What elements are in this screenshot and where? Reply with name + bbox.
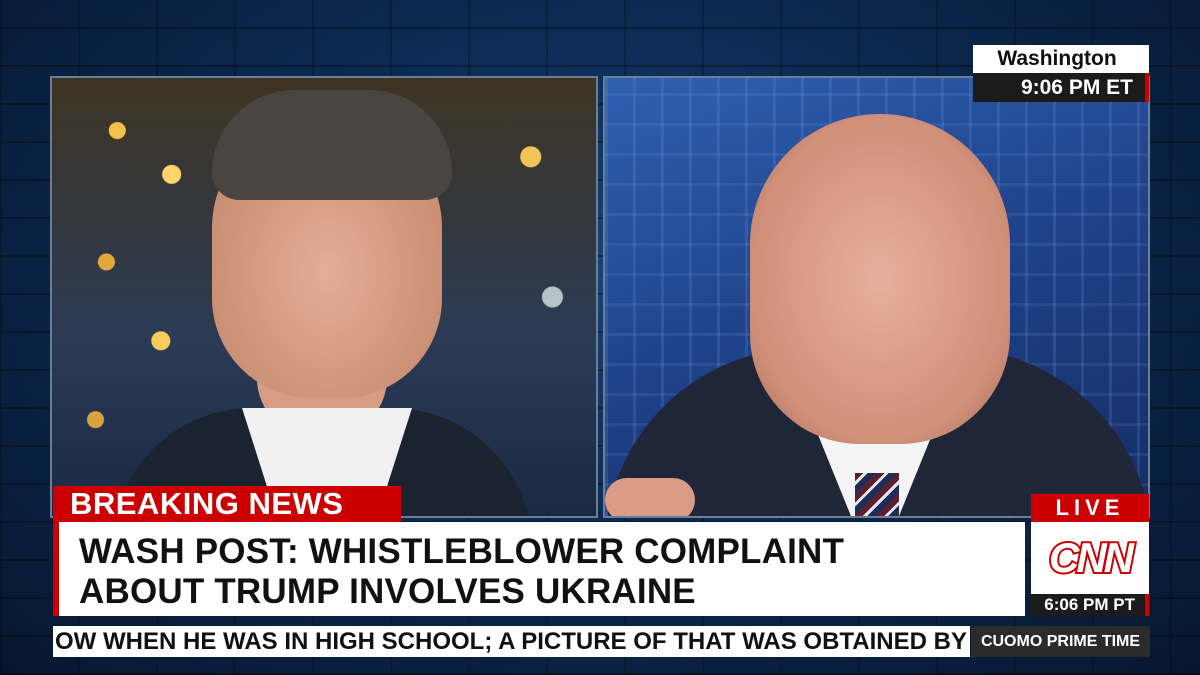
video-panel-left [50, 76, 598, 518]
live-badge: LIVE [1031, 494, 1149, 522]
location-city: Washington [973, 45, 1149, 73]
location-time: 9:06 PM ET [973, 73, 1149, 102]
video-panel-right [603, 76, 1150, 518]
headline-line-1: WASH POST: WHISTLEBLOWER COMPLAINT [79, 532, 845, 571]
cnn-logo: CNN [1031, 522, 1149, 594]
anchor-hair [212, 90, 452, 200]
guest-tie [855, 473, 899, 516]
ticker-text: OW WHEN HE WAS IN HIGH SCHOOL; A PICTURE… [55, 628, 967, 655]
headline-line-2: ABOUT TRUMP INVOLVES UKRAINE [79, 572, 696, 611]
guest-hand [605, 478, 695, 516]
headline-box: WASH POST: WHISTLEBLOWER COMPLAINT ABOUT… [53, 522, 1025, 616]
cnn-logo-icon: CNN [1047, 532, 1138, 582]
news-ticker: OW WHEN HE WAS IN HIGH SCHOOL; A PICTURE… [53, 626, 970, 657]
show-name: CUOMO PRIME TIME [971, 626, 1150, 657]
pacific-time: 6:06 PM PT [1031, 594, 1149, 616]
breaking-news-label: BREAKING NEWS [53, 486, 401, 522]
location-bug: Washington 9:06 PM ET [973, 45, 1149, 102]
cnn-logo-text: CNN [1049, 534, 1136, 581]
guest-head [750, 114, 1010, 444]
